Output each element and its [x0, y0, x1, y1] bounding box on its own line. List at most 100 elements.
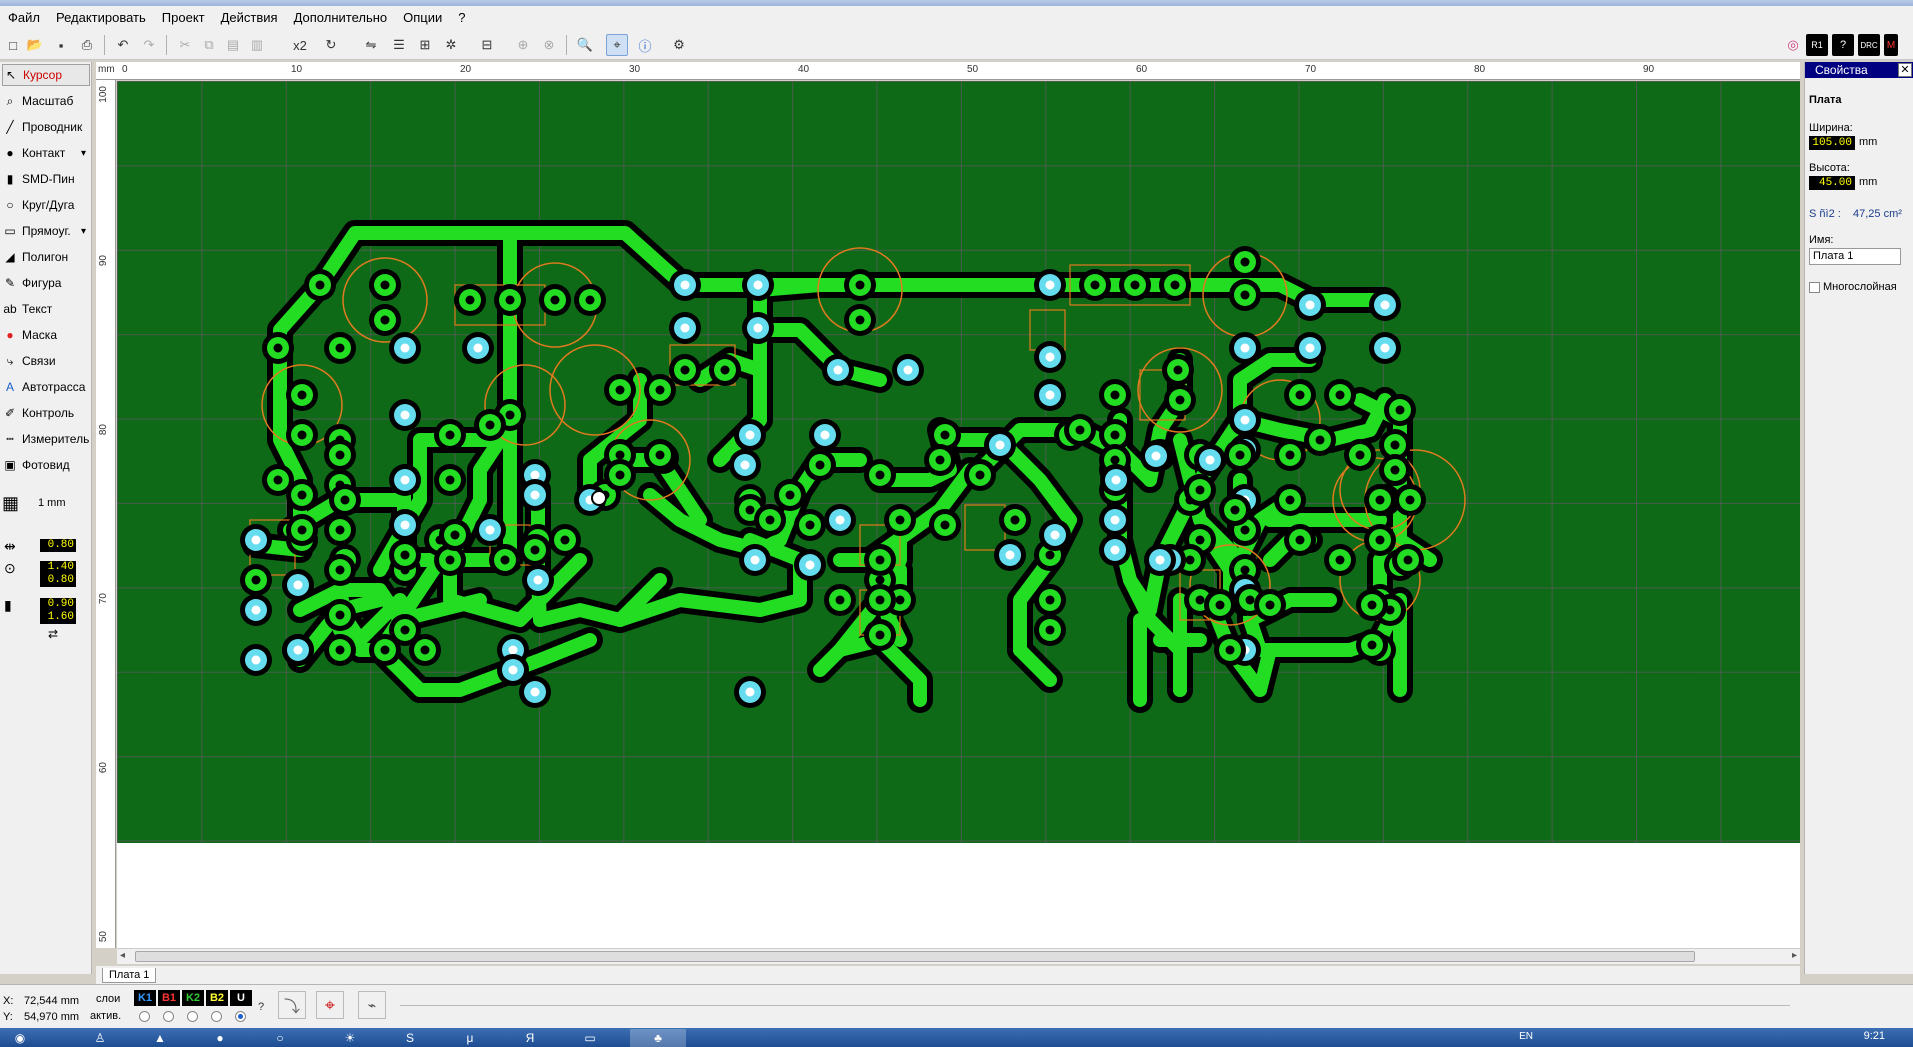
tool-connections[interactable]: ⤷ Связи [2, 350, 90, 372]
crosshair-icon[interactable]: ⌖ [316, 991, 344, 1019]
unlock-icon[interactable]: ⊗ [538, 34, 560, 56]
component-icon[interactable]: ✲ [440, 34, 462, 56]
pcb-board[interactable] [117, 81, 1800, 843]
taskbar-app-2-icon[interactable]: ▲ [140, 1029, 180, 1047]
new-file-icon[interactable]: □ [2, 34, 24, 56]
menu-actions[interactable]: Действия [213, 6, 286, 30]
duplicate-button[interactable]: x2 [286, 34, 314, 56]
active-layer-radio-k1[interactable] [139, 1011, 150, 1022]
width-input[interactable]: 105.00 [1809, 136, 1855, 150]
tool-mask[interactable]: ● Маска [2, 324, 90, 346]
yandex-icon[interactable]: Я [510, 1029, 550, 1047]
pad-size-icon[interactable]: ⊙ [4, 560, 16, 577]
scroll-right-icon[interactable]: ▸ [1792, 950, 1797, 961]
rubberband-icon[interactable]: ⌁ [358, 991, 386, 1019]
lock-icon[interactable]: ⊕ [512, 34, 534, 56]
menu-extras[interactable]: Дополнительно [286, 6, 396, 30]
active-layer-radio-b1[interactable] [163, 1011, 174, 1022]
taskbar-app-1-icon[interactable]: ♙ [80, 1029, 120, 1047]
tab-board-1[interactable]: Плата 1 [102, 968, 157, 983]
smd-size-icon[interactable]: ▮ [4, 597, 12, 614]
active-layer-radio-k2[interactable] [187, 1011, 198, 1022]
pad-outer-value[interactable]: 1.40 [40, 561, 76, 574]
align-icon[interactable]: ☰ [388, 34, 410, 56]
delete-icon[interactable]: ▥ [246, 34, 268, 56]
layer-button-b2[interactable]: B2 [206, 990, 228, 1006]
swap-icon[interactable]: ⇄ [48, 627, 58, 641]
tool-smd[interactable]: ▮ SMD-Пин [2, 168, 90, 190]
pcb-layout-canvas[interactable] [117, 81, 1800, 843]
m-badge[interactable]: M [1884, 34, 1898, 56]
firefox-icon[interactable]: ● [200, 1029, 240, 1047]
layer-button-k1[interactable]: K1 [134, 990, 156, 1006]
track-mode-icon[interactable]: ⤵ [278, 991, 306, 1019]
sprint-layout-taskbar-icon[interactable]: ♣ [630, 1029, 686, 1047]
copy-icon[interactable]: ⧉ [198, 34, 220, 56]
search-icon[interactable]: 🔍 [574, 34, 596, 56]
layer-button-k2[interactable]: K2 [182, 990, 204, 1006]
tool-text[interactable]: ab Текст [2, 298, 90, 320]
pad-inner-value[interactable]: 0.80 [40, 574, 76, 587]
utorrent-icon[interactable]: μ [450, 1029, 490, 1047]
chevron-down-icon[interactable]: ▾ [81, 148, 86, 159]
redo-icon[interactable]: ↷ [138, 34, 160, 56]
menu-options[interactable]: Опции [395, 6, 450, 30]
snap-grid-icon[interactable]: ⌖ [606, 34, 628, 56]
menu-edit[interactable]: Редактировать [48, 6, 154, 30]
tool-cursor[interactable]: ↖ Курсор [2, 64, 90, 86]
close-icon[interactable]: ✕ [1898, 63, 1912, 77]
paste-icon[interactable]: ▤ [222, 34, 244, 56]
grid-size-select[interactable]: ▦ 1 mm [2, 492, 90, 514]
menu-help[interactable]: ? [450, 6, 473, 30]
drc-badge[interactable]: DRC [1858, 34, 1880, 56]
tool-test[interactable]: ✐ Контроль [2, 402, 90, 424]
tool-polygon[interactable]: ◢ Полигон [2, 246, 90, 268]
chevron-down-icon[interactable]: ▾ [81, 226, 86, 237]
settings-gear-icon[interactable]: ⚙ [668, 34, 690, 56]
menu-file[interactable]: Файл [0, 6, 48, 30]
height-input[interactable]: 45.00 [1809, 176, 1855, 190]
open-folder-icon[interactable]: 📂 [24, 34, 46, 56]
scroll-left-icon[interactable]: ◂ [120, 950, 125, 961]
layer-help-icon[interactable]: ? [258, 1001, 264, 1013]
record-icon[interactable]: ◎ [1782, 34, 1804, 56]
menu-project[interactable]: Проект [154, 6, 213, 30]
undo-icon[interactable]: ↶ [112, 34, 134, 56]
tool-photoview[interactable]: ▣ Фотовид [2, 454, 90, 476]
start-button-icon[interactable]: ◉ [0, 1029, 40, 1047]
active-layer-radio-u[interactable] [235, 1011, 246, 1022]
smd-h-value[interactable]: 1.60 [40, 611, 76, 624]
macro-icon[interactable]: ⊟ [476, 34, 498, 56]
group-icon[interactable]: ⊞ [414, 34, 436, 56]
smd-w-value[interactable]: 0.90 [40, 598, 76, 611]
tool-autoroute[interactable]: A Автотрасса [2, 376, 90, 398]
tool-pad[interactable]: ● Контакт ▾ [2, 142, 90, 164]
taskbar-app-5-icon[interactable]: ☀ [330, 1029, 370, 1047]
save-icon[interactable]: ▪ [50, 34, 72, 56]
mirror-icon[interactable]: ⇋ [360, 34, 382, 56]
tool-shape[interactable]: ✎ Фигура [2, 272, 90, 294]
scrollbar-thumb[interactable] [135, 951, 1695, 962]
input-language[interactable]: EN [1519, 1031, 1533, 1042]
taskbar-app-9-icon[interactable]: ▭ [570, 1029, 610, 1047]
cut-icon[interactable]: ✂ [174, 34, 196, 56]
rotate-icon[interactable]: ↻ [320, 34, 342, 56]
multilayer-checkbox[interactable] [1809, 282, 1820, 293]
tool-rect[interactable]: ▭ Прямоуг. ▾ [2, 220, 90, 242]
tool-zoom[interactable]: ⌕ Масштаб [2, 90, 90, 112]
canvas-blank-area[interactable] [117, 843, 1800, 948]
track-value[interactable]: 0.80 [40, 539, 76, 552]
help-badge[interactable]: ? [1832, 34, 1854, 56]
opera-icon[interactable]: ○ [260, 1029, 300, 1047]
skype-icon[interactable]: S [390, 1029, 430, 1047]
tool-circle[interactable]: ○ Круг/Дуга [2, 194, 90, 216]
name-input[interactable]: Плата 1 [1809, 248, 1901, 265]
info-icon[interactable]: ⓘ [634, 34, 656, 56]
layer-button-u[interactable]: U [230, 990, 252, 1006]
track-width-icon[interactable]: ⇹ [4, 538, 16, 555]
print-icon[interactable]: ⎙ [76, 34, 98, 56]
tool-measure[interactable]: ┉ Измеритель [2, 428, 90, 450]
r1-badge[interactable]: R1 [1806, 34, 1828, 56]
tool-track[interactable]: ╱ Проводник [2, 116, 90, 138]
active-layer-radio-b2[interactable] [211, 1011, 222, 1022]
